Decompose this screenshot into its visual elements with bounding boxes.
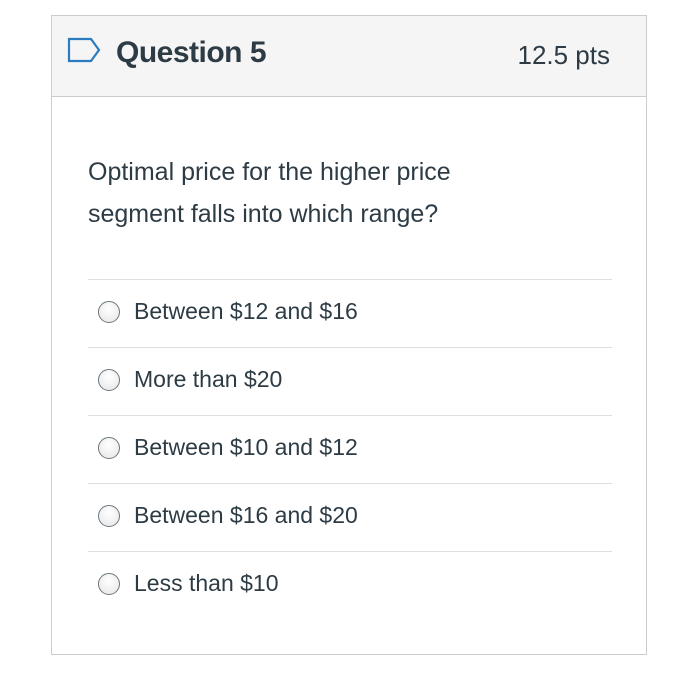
answer-label[interactable]: Less than $10 — [134, 570, 279, 597]
question-points: 12.5 pts — [517, 40, 610, 70]
radio-button[interactable] — [98, 437, 120, 459]
answer-label[interactable]: More than $20 — [134, 366, 282, 393]
answer-option[interactable]: Between $16 and $20 — [88, 483, 612, 551]
question-card: Question 5 12.5 pts Optimal price for th… — [51, 15, 647, 655]
answer-list: Between $12 and $16 More than $20 Betwee… — [88, 279, 612, 619]
flag-icon[interactable] — [67, 37, 101, 63]
answer-option[interactable]: Between $10 and $12 — [88, 415, 612, 483]
answer-label[interactable]: Between $10 and $12 — [134, 434, 358, 461]
answer-label[interactable]: Between $16 and $20 — [134, 502, 358, 529]
radio-button[interactable] — [98, 369, 120, 391]
question-text: Optimal price for the higher price segme… — [88, 158, 451, 228]
answer-option[interactable]: Between $12 and $16 — [88, 279, 612, 347]
question-title: Question 5 — [116, 36, 267, 69]
question-header: Question 5 12.5 pts — [52, 16, 646, 97]
radio-button[interactable] — [98, 505, 120, 527]
answer-label[interactable]: Between $12 and $16 — [134, 298, 358, 325]
radio-button[interactable] — [98, 301, 120, 323]
radio-button[interactable] — [98, 573, 120, 595]
answer-option[interactable]: More than $20 — [88, 347, 612, 415]
answer-option[interactable]: Less than $10 — [88, 551, 612, 619]
